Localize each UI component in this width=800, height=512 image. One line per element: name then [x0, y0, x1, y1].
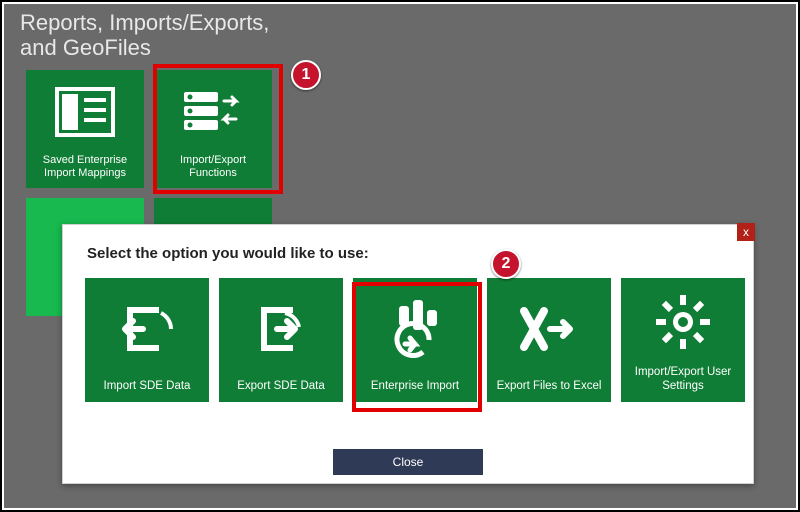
- step-badge-1: 1: [291, 60, 321, 90]
- section-title: Reports, Imports/Exports, and GeoFiles: [20, 10, 280, 61]
- option-dialog: x Select the option you would like to us…: [62, 224, 754, 484]
- tile-label: Saved Enterprise Import Mappings: [26, 154, 144, 182]
- option-export-sde[interactable]: Export SDE Data: [219, 278, 343, 402]
- close-icon[interactable]: x: [737, 223, 755, 241]
- enterprise-import-icon: [353, 278, 477, 380]
- app-screen: Reports, Imports/Exports, and GeoFiles S…: [4, 4, 796, 508]
- tile-import-export-functions[interactable]: Import/Export Functions: [154, 70, 272, 188]
- option-label: Export Files to Excel: [491, 380, 608, 394]
- step-badge-2: 2: [491, 249, 521, 279]
- export-sde-icon: [219, 278, 343, 380]
- option-enterprise-import[interactable]: Enterprise Import: [353, 278, 477, 402]
- option-label: Import SDE Data: [98, 380, 197, 394]
- option-label: Enterprise Import: [365, 380, 465, 394]
- tile-saved-mappings[interactable]: Saved Enterprise Import Mappings: [26, 70, 144, 188]
- close-button[interactable]: Close: [333, 449, 483, 475]
- import-export-icon: [154, 70, 272, 154]
- option-import-sde[interactable]: Import SDE Data: [85, 278, 209, 402]
- gear-icon: [621, 278, 745, 366]
- option-label: Export SDE Data: [231, 380, 331, 394]
- excel-export-icon: [487, 278, 611, 380]
- dialog-prompt: Select the option you would like to use:: [63, 225, 753, 262]
- saved-mappings-icon: [26, 70, 144, 154]
- option-export-excel[interactable]: Export Files to Excel: [487, 278, 611, 402]
- import-sde-icon: [85, 278, 209, 380]
- option-user-settings[interactable]: Import/Export User Settings: [621, 278, 745, 402]
- dialog-options-row: Import SDE Data Export SDE Data: [63, 262, 753, 402]
- tile-label: Import/Export Functions: [154, 154, 272, 182]
- top-tile-row: Saved Enterprise Import Mappings Import/…: [26, 70, 272, 188]
- option-label: Import/Export User Settings: [621, 366, 745, 394]
